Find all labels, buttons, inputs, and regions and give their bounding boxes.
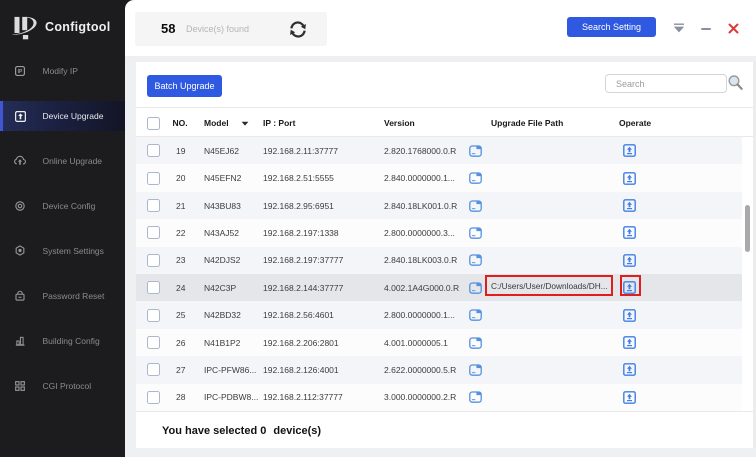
svg-text:IP: IP xyxy=(18,69,23,75)
